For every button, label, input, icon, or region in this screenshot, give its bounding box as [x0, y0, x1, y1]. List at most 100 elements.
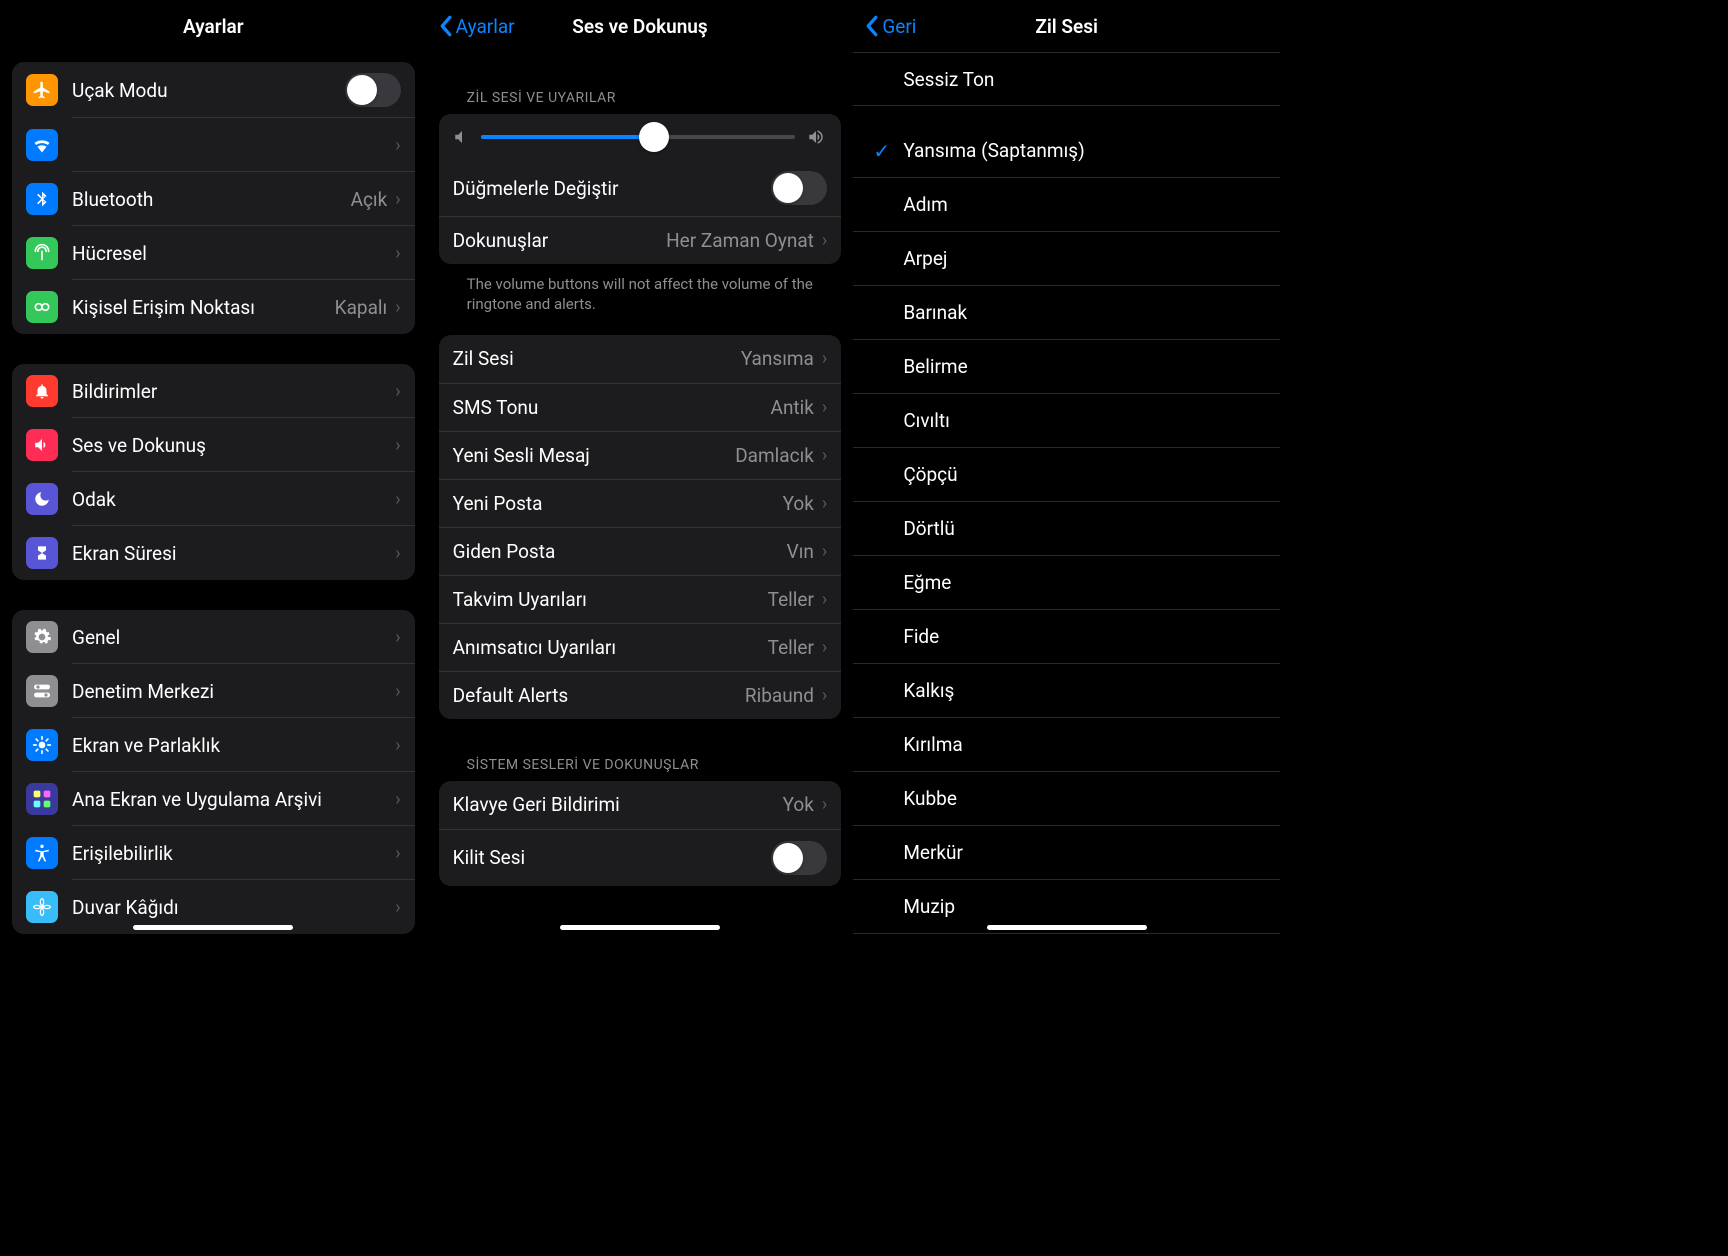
row-label: Dörtlü	[903, 517, 955, 540]
lock-sound-row[interactable]: Kilit Sesi	[439, 829, 842, 886]
chevron-right-icon: ›	[822, 794, 827, 815]
airplane-icon	[26, 74, 58, 106]
settings-row[interactable]: Ana Ekran ve Uygulama Arşivi›	[12, 772, 415, 826]
volume-slider[interactable]	[481, 135, 796, 139]
chevron-right-icon: ›	[395, 489, 400, 510]
footer-note: The volume buttons will not affect the v…	[439, 264, 842, 335]
ringtone-option[interactable]: Belirme	[853, 340, 1280, 394]
section-header-system: SİSTEM SESLERİ VE DOKUNUŞLAR	[439, 749, 842, 781]
haptics-row[interactable]: Dokunuşlar Her Zaman Oynat ›	[439, 216, 842, 264]
row-label: Denetim Merkezi	[72, 680, 395, 703]
silent-tone-row[interactable]: Sessiz Ton	[853, 52, 1280, 106]
settings-row[interactable]: Denetim Merkezi›	[12, 664, 415, 718]
ringtone-option[interactable]: Dörtlü	[853, 502, 1280, 556]
chevron-right-icon: ›	[822, 589, 827, 610]
ringtone-option[interactable]: Kırılma	[853, 718, 1280, 772]
row-value: Yansıma	[741, 347, 814, 370]
back-button[interactable]: Ayarlar	[439, 15, 515, 38]
chevron-right-icon: ›	[822, 685, 827, 706]
volume-slider-row	[439, 114, 842, 160]
ringtone-option[interactable]: Barınak	[853, 286, 1280, 340]
row-label: Klavye Geri Bildirimi	[453, 793, 783, 816]
sound-row[interactable]: Zil SesiYansıma ›	[439, 335, 842, 383]
row-label: Kalkış	[903, 679, 954, 702]
nav-bar: Geri Zil Sesi	[853, 0, 1280, 52]
row-label: Cıvıltı	[903, 409, 950, 432]
row-value: Yok	[783, 492, 814, 515]
row-label: Ana Ekran ve Uygulama Arşivi	[72, 788, 395, 811]
back-button[interactable]: Geri	[865, 15, 916, 38]
settings-row[interactable]: Hücresel›	[12, 226, 415, 280]
chevron-right-icon: ›	[822, 397, 827, 418]
cellular-icon	[26, 237, 58, 269]
sound-row[interactable]: Default AlertsRibaund›	[439, 671, 842, 719]
sound-row[interactable]: Yeni PostaYok ›	[439, 479, 842, 527]
ringtone-option[interactable]: Arpej	[853, 232, 1280, 286]
settings-group-general: Genel›Denetim Merkezi›Ekran ve Parlaklık…	[12, 610, 415, 934]
ringtone-option[interactable]: ✓Yansıma (Saptanmış)	[853, 124, 1280, 178]
gear-icon	[26, 621, 58, 653]
row-label: Anımsatıcı Uyarıları	[453, 636, 768, 659]
ringtone-option[interactable]: Cıvıltı	[853, 394, 1280, 448]
row-label: Yeni Posta	[453, 492, 783, 515]
row-value: Her Zaman Oynat	[666, 229, 814, 252]
chevron-left-icon	[439, 15, 452, 37]
row-label: Fide	[903, 625, 939, 648]
settings-row[interactable]: BluetoothAçık›	[12, 172, 415, 226]
ringtone-option[interactable]: Eğme	[853, 556, 1280, 610]
sound-row[interactable]: SMS TonuAntik›	[439, 383, 842, 431]
settings-row[interactable]: Erişilebilirlik›	[12, 826, 415, 880]
settings-row[interactable]: Ses ve Dokunuş›	[12, 418, 415, 472]
row-label: Muzip	[903, 895, 955, 918]
row-label: Kırılma	[903, 733, 962, 756]
row-label: Takvim Uyarıları	[453, 588, 768, 611]
settings-row[interactable]: Ekran Süresi›	[12, 526, 415, 580]
hotspot-icon	[26, 291, 58, 323]
row-label: Zil Sesi	[453, 347, 741, 370]
settings-row[interactable]: Kişisel Erişim NoktasıKapalı›	[12, 280, 415, 334]
slider-thumb[interactable]	[639, 122, 669, 152]
settings-group-notifications: Bildirimler›Ses ve Dokunuş›Odak›Ekran Sü…	[12, 364, 415, 580]
bluetooth-icon	[26, 183, 58, 215]
ringtone-option[interactable]: Öykü Zamanı	[853, 934, 1280, 936]
ringtone-option[interactable]: Fide	[853, 610, 1280, 664]
row-label: Erişilebilirlik	[72, 842, 395, 865]
row-value: Kapalı	[335, 296, 388, 319]
ringtone-option[interactable]: Adım	[853, 178, 1280, 232]
home-indicator[interactable]	[560, 925, 720, 930]
ringtone-option[interactable]: Kubbe	[853, 772, 1280, 826]
settings-row[interactable]: ›	[12, 118, 415, 172]
row-label: Adım	[903, 193, 947, 216]
page-title: Ayarlar	[183, 15, 244, 38]
chevron-right-icon: ›	[395, 897, 400, 918]
home-indicator[interactable]	[133, 925, 293, 930]
change-with-buttons-row[interactable]: Düğmelerle Değiştir	[439, 160, 842, 216]
row-value: Açık	[351, 188, 388, 211]
row-label: Duvar Kâğıdı	[72, 896, 395, 919]
chevron-right-icon: ›	[822, 230, 827, 251]
keyboard-feedback-row[interactable]: Klavye Geri Bildirimi Yok ›	[439, 781, 842, 829]
sound-row[interactable]: Anımsatıcı UyarılarıTeller›	[439, 623, 842, 671]
chevron-right-icon: ›	[822, 348, 827, 369]
moon-icon	[26, 483, 58, 515]
ringtone-option[interactable]: Kalkış	[853, 664, 1280, 718]
settings-row[interactable]: Odak›	[12, 472, 415, 526]
settings-row[interactable]: Bildirimler›	[12, 364, 415, 418]
ringtone-option[interactable]: Çöpçü	[853, 448, 1280, 502]
accessibility-icon	[26, 837, 58, 869]
chevron-right-icon: ›	[822, 493, 827, 514]
settings-row[interactable]: Uçak Modu	[12, 62, 415, 118]
row-value: Yok	[783, 793, 814, 816]
lock-sound-toggle[interactable]	[771, 841, 827, 875]
home-indicator[interactable]	[987, 925, 1147, 930]
settings-row[interactable]: Genel›	[12, 610, 415, 664]
sound-row[interactable]: Giden PostaVın›	[439, 527, 842, 575]
toggle[interactable]	[345, 73, 401, 107]
settings-row[interactable]: Ekran ve Parlaklık›	[12, 718, 415, 772]
sound-row[interactable]: Yeni Sesli MesajDamlacık›	[439, 431, 842, 479]
sound-row[interactable]: Takvim UyarılarıTeller›	[439, 575, 842, 623]
change-with-buttons-toggle[interactable]	[771, 171, 827, 205]
ringtone-option[interactable]: Merkür	[853, 826, 1280, 880]
sounds-pane: Ayarlar Ses ve Dokunuş ZİL SESİ VE UYARI…	[427, 0, 854, 936]
row-label: Yeni Sesli Mesaj	[453, 444, 736, 467]
